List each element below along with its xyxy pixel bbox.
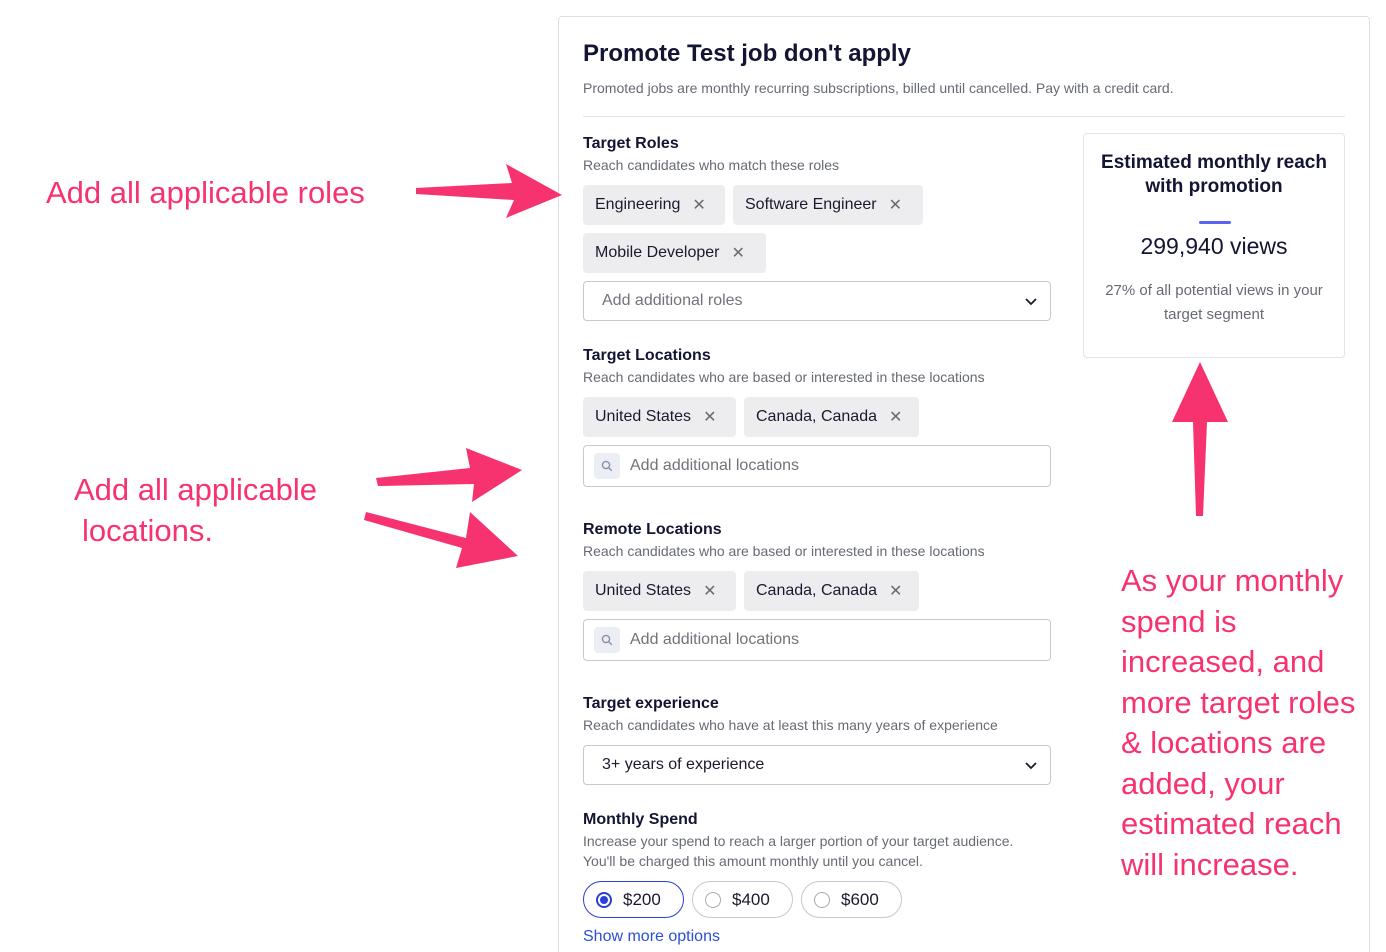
annotation-reach-line: estimated reach bbox=[1121, 806, 1342, 841]
annotation-reach-line: increased, and bbox=[1121, 644, 1325, 679]
annotation-reach-line: & locations are bbox=[1121, 725, 1327, 760]
annotation-reach-line: more target roles bbox=[1121, 685, 1356, 720]
annotation-locations: Add all applicable bbox=[74, 472, 318, 507]
annotation-reach-line: added, your bbox=[1121, 766, 1285, 801]
annotation-reach-line: As your monthly bbox=[1121, 563, 1344, 598]
annotation-reach-line: spend is bbox=[1121, 604, 1237, 639]
annotation-locations: locations. bbox=[82, 513, 213, 548]
annotation-reach-line: will increase. bbox=[1121, 847, 1299, 882]
annotation-roles: Add all applicable roles bbox=[46, 175, 365, 210]
